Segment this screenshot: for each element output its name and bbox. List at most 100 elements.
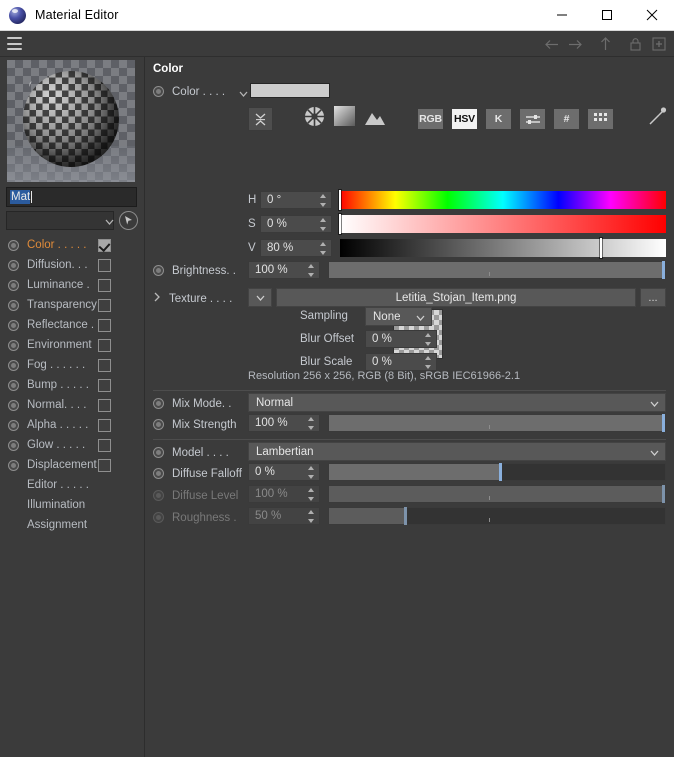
channel-radio[interactable] [8,459,19,471]
lock-icon[interactable] [624,33,646,55]
channel-radio[interactable] [8,279,19,291]
channel-row[interactable]: Color . . . . . [0,235,145,255]
eyedropper-icon[interactable] [647,105,667,132]
mix-strength-input[interactable]: 100 % [248,414,320,432]
brightness-stepper[interactable] [306,264,315,277]
material-preview[interactable] [7,60,135,182]
channel-radio[interactable] [8,319,19,331]
color-row-radio[interactable] [153,86,164,97]
arrow-right-icon[interactable] [564,33,586,55]
model-select[interactable]: Lambertian [248,442,666,461]
channel-row[interactable]: Displacement [0,455,145,475]
hsv-value-input[interactable]: 0 ° [260,191,332,209]
channel-checkbox[interactable] [98,238,111,252]
channel-checkbox[interactable] [98,298,111,312]
swatch-grid-icon[interactable] [588,108,613,129]
channel-checkbox[interactable] [98,458,111,472]
collapse-arrows-icon[interactable] [248,106,273,131]
gradient-square-icon[interactable] [334,106,355,131]
channel-checkbox[interactable] [98,398,111,412]
color-swatch[interactable] [250,83,330,98]
diffuse-falloff-input[interactable]: 0 % [248,463,320,481]
sampling-select[interactable]: None [365,307,432,326]
hsv-stepper[interactable] [318,194,327,207]
channel-row[interactable]: Diffusion. . . [0,255,145,275]
hsv-stepper[interactable] [318,218,327,231]
brightness-input[interactable]: 100 % [248,261,320,279]
mix-mode-select[interactable]: Normal [248,393,666,412]
channel-checkbox[interactable] [98,358,111,372]
pick-cursor-icon[interactable] [119,211,138,230]
channel-checkbox[interactable] [98,378,111,392]
channel-row[interactable]: Environment [0,335,145,355]
channel-checkbox[interactable] [98,258,111,272]
channel-row[interactable]: Reflectance . [0,315,145,335]
channel-checkbox[interactable] [98,318,111,332]
hash-icon[interactable]: # [554,108,579,129]
arrow-left-icon[interactable] [540,33,562,55]
hsv-slider-handle[interactable] [339,190,341,210]
diffuse-falloff-stepper[interactable] [306,466,315,479]
mix-strength-slider[interactable] [328,414,666,432]
hsv-gradient-slider[interactable] [339,190,666,210]
texture-dropdown-button[interactable] [248,288,272,307]
close-button[interactable] [629,0,674,31]
channel-radio[interactable] [8,359,19,371]
arrow-up-icon[interactable] [594,33,616,55]
mix-strength-radio[interactable] [153,419,164,430]
chevron-right-icon[interactable] [153,292,161,305]
hsv-slider-handle[interactable] [339,214,341,234]
channel-row[interactable]: Transparency [0,295,145,315]
mix-mode-radio[interactable] [153,398,164,409]
channel-row[interactable]: Glow . . . . . [0,435,145,455]
channel-radio[interactable] [8,339,19,351]
color-chevron-down-icon[interactable] [239,84,248,102]
channel-radio[interactable] [8,259,19,271]
channel-row[interactable]: Fog . . . . . . [0,355,145,375]
slider-icon[interactable] [520,108,545,129]
mix-strength-stepper[interactable] [306,417,315,430]
channel-radio[interactable] [8,239,19,251]
blur-scale-stepper[interactable] [423,356,432,369]
diffuse-falloff-slider[interactable] [328,463,666,481]
material-name-input[interactable]: Mat [6,187,137,207]
color-wheel-icon[interactable] [304,106,325,132]
mode-button-k[interactable]: K [486,108,511,129]
channel-row[interactable]: Luminance . [0,275,145,295]
texture-browse-button[interactable]: ... [640,288,666,307]
hsv-stepper[interactable] [318,242,327,255]
blur-scale-input[interactable]: 0 % [365,353,437,371]
hsv-gradient-slider[interactable] [340,238,666,258]
minimize-button[interactable] [539,0,584,31]
channel-radio[interactable] [8,419,19,431]
channel-radio[interactable] [8,379,19,391]
image-mountain-icon[interactable] [364,106,386,131]
channel-radio[interactable] [8,299,19,311]
mode-button-rgb[interactable]: RGB [418,108,443,129]
hsv-value-input[interactable]: 80 % [260,239,332,257]
channel-row[interactable]: Alpha . . . . . [0,415,145,435]
hsv-value-input[interactable]: 0 % [260,215,332,233]
plus-box-icon[interactable] [648,33,670,55]
channel-radio[interactable] [8,399,19,411]
blur-offset-stepper[interactable] [423,333,432,346]
channel-row[interactable]: Normal. . . . [0,395,145,415]
channel-checkbox[interactable] [98,418,111,432]
hsv-gradient-slider[interactable] [339,214,666,234]
maximize-button[interactable] [584,0,629,31]
channel-checkbox[interactable] [98,278,111,292]
material-type-dropdown[interactable] [6,211,114,230]
channel-row[interactable]: Assignment [0,515,145,535]
channel-row[interactable]: Bump . . . . . [0,375,145,395]
channel-row[interactable]: Illumination [0,495,145,515]
channel-radio[interactable] [8,439,19,451]
hamburger-menu-icon[interactable] [7,37,22,50]
brightness-radio[interactable] [153,265,164,276]
texture-path-field[interactable]: Letitia_Stojan_Item.png [276,288,636,307]
channel-row[interactable]: Editor . . . . . [0,475,145,495]
diffuse-falloff-radio[interactable] [153,468,164,479]
brightness-slider[interactable] [328,261,666,279]
blur-offset-input[interactable]: 0 % [365,330,437,348]
hsv-slider-handle[interactable] [599,238,602,258]
channel-checkbox[interactable] [98,438,111,452]
